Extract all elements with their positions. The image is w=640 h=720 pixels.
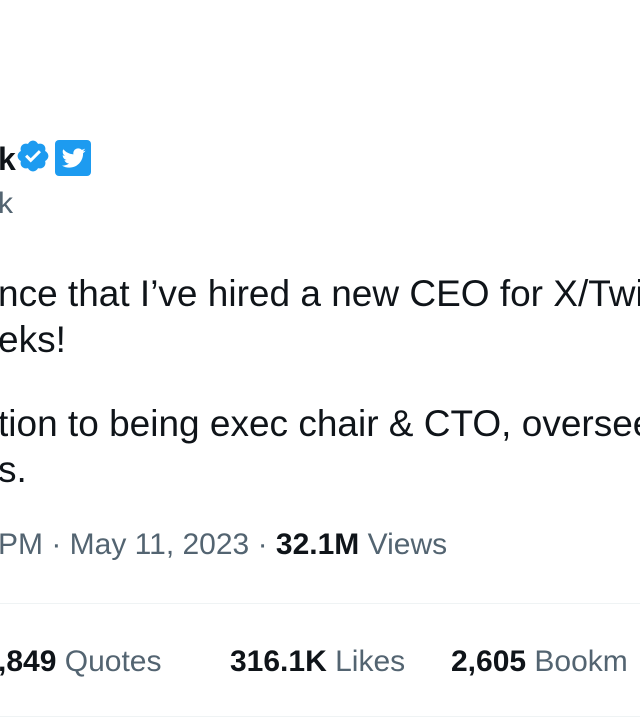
bird-glyph-icon <box>61 148 86 168</box>
meta-separator: · <box>43 528 70 561</box>
views-label: Views <box>367 528 448 561</box>
likes-stat[interactable]: 316.1K Likes <box>230 642 405 682</box>
likes-label: Likes <box>335 645 406 678</box>
divider-top <box>0 603 640 604</box>
twitter-bird-icon <box>55 140 91 176</box>
tweet-text-line-3: tion to being exec chair & CTO, oversee <box>0 403 640 444</box>
verified-badge-icon <box>17 140 49 172</box>
tweet-text-line-1: nce that I’ve hired a new CEO for X/Twi <box>0 273 640 314</box>
tweet-meta-row: PM · May 11, 2023 · 32.1M Views <box>0 525 447 565</box>
likes-count: 316.1K <box>230 645 327 678</box>
tweet-date[interactable]: May 11, 2023 <box>70 528 250 561</box>
tweet-text-line-2: eks! <box>0 319 66 360</box>
quotes-stat[interactable]: ,849 Quotes <box>0 642 161 682</box>
meta-separator: · <box>249 528 276 561</box>
quotes-count: ,849 <box>0 645 57 678</box>
views-count: 32.1M <box>275 528 360 561</box>
user-handle[interactable]: k <box>0 184 13 224</box>
bookmarks-count: 2,605 <box>451 645 527 678</box>
bookmarks-stat[interactable]: 2,605 Bookm <box>451 642 628 682</box>
bookmarks-label: Bookm <box>534 645 628 678</box>
tweet-time[interactable]: PM <box>0 528 43 561</box>
display-name[interactable]: k <box>0 137 16 181</box>
tweet-text-line-4: s. <box>0 449 27 490</box>
quotes-label: Quotes <box>64 645 162 678</box>
divider-bottom <box>0 716 640 717</box>
